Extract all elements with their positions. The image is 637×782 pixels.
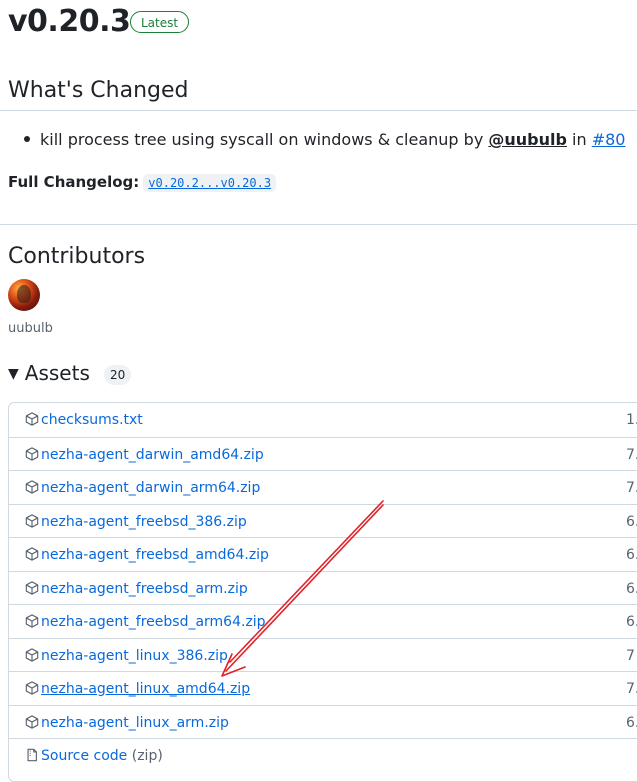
source-code-label: Source code xyxy=(41,748,128,764)
asset-size: 6. xyxy=(626,547,637,563)
package-icon xyxy=(25,681,39,695)
assets-title: Assets xyxy=(24,361,90,385)
package-icon xyxy=(25,514,39,528)
asset-size: 7 xyxy=(626,648,635,664)
zip-note: (zip) xyxy=(131,748,163,764)
package-icon xyxy=(25,412,39,426)
package-icon xyxy=(25,648,39,662)
asset-link[interactable]: checksums.txt xyxy=(41,410,143,430)
asset-size: 6. xyxy=(626,514,637,530)
in-text: in xyxy=(566,130,592,149)
asset-row: nezha-agent_freebsd_amd64.zip 6. xyxy=(9,537,637,571)
asset-row: nezha-agent_freebsd_arm.zip 6. xyxy=(9,571,637,605)
latest-badge: Latest xyxy=(130,11,190,33)
file-zip-icon xyxy=(27,748,37,762)
package-icon xyxy=(25,715,39,729)
asset-link[interactable]: nezha-agent_linux_arm.zip xyxy=(41,713,229,733)
asset-size: 1. xyxy=(626,412,637,428)
full-changelog: Full Changelog: v0.20.2...v0.20.3 xyxy=(8,170,277,195)
asset-row: nezha-agent_linux_arm.zip 6. xyxy=(9,705,637,739)
asset-list: checksums.txt 1. nezha-agent_darwin_amd6… xyxy=(8,402,637,782)
package-icon xyxy=(25,547,39,561)
whats-changed-title: What's Changed xyxy=(8,78,189,103)
release-title: v0.20.3 xyxy=(8,4,131,39)
asset-link[interactable]: nezha-agent_darwin_arm64.zip xyxy=(41,478,260,498)
section-divider xyxy=(0,224,637,225)
contributors-title: Contributors xyxy=(8,244,146,269)
changelog-list-item: kill process tree using syscall on windo… xyxy=(24,128,625,152)
package-icon xyxy=(25,581,39,595)
change-description: kill process tree using syscall on windo… xyxy=(40,130,489,149)
author-mention-link[interactable]: @uubulb xyxy=(488,130,567,149)
asset-link[interactable]: nezha-agent_freebsd_arm.zip xyxy=(41,579,248,599)
asset-size: 7. xyxy=(626,480,637,496)
asset-row: nezha-agent_darwin_amd64.zip 7. xyxy=(9,437,637,471)
asset-link[interactable]: nezha-agent_freebsd_386.zip xyxy=(41,512,247,532)
triangle-down-icon: ▼ xyxy=(8,366,19,382)
asset-link[interactable]: nezha-agent_darwin_amd64.zip xyxy=(41,445,264,465)
full-changelog-label: Full Changelog: xyxy=(8,173,140,191)
section-divider xyxy=(0,110,637,111)
assets-toggle[interactable]: ▼ Assets xyxy=(8,359,90,390)
source-code-zip-link[interactable]: Source code (zip) xyxy=(41,746,163,766)
asset-link[interactable]: nezha-agent_freebsd_arm64.zip xyxy=(41,612,266,632)
avatar[interactable] xyxy=(8,279,40,311)
contributor-name: uubulb xyxy=(8,321,53,336)
asset-size: 6. xyxy=(626,614,637,630)
asset-size: 6. xyxy=(626,715,637,731)
asset-row: nezha-agent_linux_amd64.zip 7. xyxy=(9,671,637,705)
asset-link[interactable]: nezha-agent_freebsd_amd64.zip xyxy=(41,545,269,565)
asset-size: 7. xyxy=(626,681,637,697)
pull-request-link[interactable]: #80 xyxy=(592,130,626,149)
asset-size: 6. xyxy=(626,581,637,597)
asset-row: nezha-agent_darwin_arm64.zip 7. xyxy=(9,470,637,504)
asset-row: checksums.txt 1. xyxy=(9,403,637,437)
asset-row: Source code (zip) xyxy=(9,738,637,772)
assets-count-badge: 20 xyxy=(104,365,132,385)
asset-row: nezha-agent_freebsd_arm64.zip 6. xyxy=(9,604,637,638)
bullet-icon xyxy=(24,135,30,142)
asset-link[interactable]: nezha-agent_linux_amd64.zip xyxy=(41,679,250,699)
asset-row: nezha-agent_linux_386.zip 7 xyxy=(9,638,637,672)
asset-link[interactable]: nezha-agent_linux_386.zip xyxy=(41,646,228,666)
asset-size: 7. xyxy=(626,447,637,463)
package-icon xyxy=(25,447,39,461)
compare-link[interactable]: v0.20.2...v0.20.3 xyxy=(143,174,277,192)
package-icon xyxy=(25,614,39,628)
asset-row: nezha-agent_freebsd_386.zip 6. xyxy=(9,504,637,538)
package-icon xyxy=(25,480,39,494)
